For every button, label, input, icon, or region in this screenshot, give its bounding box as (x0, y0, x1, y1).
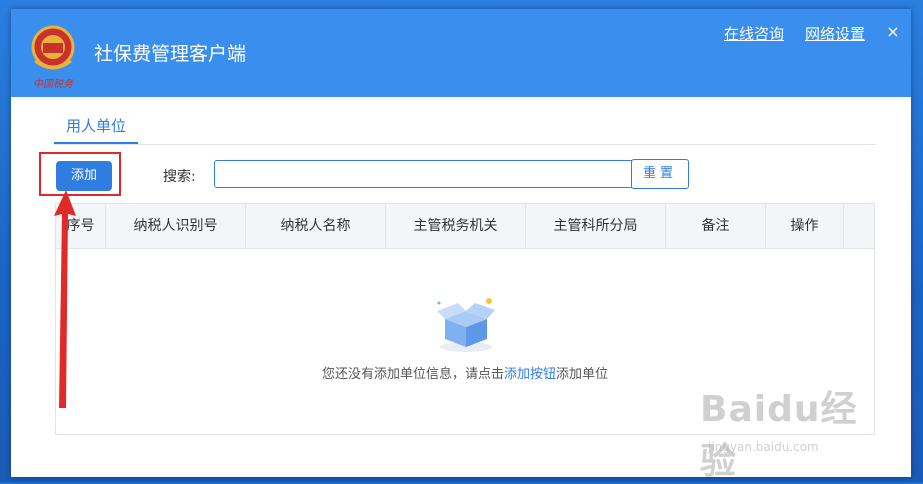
column-header-remarks[interactable]: 备注 (666, 204, 766, 248)
empty-add-link[interactable]: 添加按钮 (504, 367, 556, 382)
empty-state-message: 您还没有添加单位信息，请点击添加按钮添加单位 (56, 363, 874, 382)
employer-table: 序号 纳税人识别号 纳税人名称 主管税务机关 主管科所分局 备注 操作 您还没有… (55, 203, 875, 435)
column-header-taxpayer-name[interactable]: 纳税人名称 (246, 204, 386, 248)
column-header-tax-authority[interactable]: 主管税务机关 (386, 204, 526, 248)
tab-bar: 用人单位 (54, 114, 876, 145)
column-header-taxpayer-id[interactable]: 纳税人识别号 (106, 204, 246, 248)
column-header-index[interactable]: 序号 (56, 204, 106, 248)
app-window: 中国税务 社保费管理客户端 在线咨询 网络设置 × 用人单位 添加 搜索: 重置… (11, 9, 911, 477)
search-input[interactable] (214, 160, 636, 188)
reset-button[interactable]: 重置 (631, 159, 689, 189)
table-header: 序号 纳税人识别号 纳税人名称 主管税务机关 主管科所分局 备注 操作 (56, 204, 874, 249)
svg-text:中国税务: 中国税务 (33, 78, 74, 90)
column-header-actions[interactable]: 操作 (766, 204, 844, 248)
tab-employer[interactable]: 用人单位 (54, 114, 139, 144)
tax-emblem-icon: 中国税务 (31, 25, 75, 90)
app-title: 社保费管理客户端 (94, 43, 247, 65)
empty-text-before: 您还没有添加单位信息，请点击 (321, 367, 504, 382)
add-button[interactable]: 添加 (56, 161, 112, 191)
empty-box-icon (437, 298, 495, 352)
title-bar: 中国税务 社保费管理客户端 在线咨询 网络设置 × (11, 9, 911, 97)
online-consult-link[interactable]: 在线咨询 (724, 23, 784, 44)
empty-text-after: 添加单位 (556, 367, 609, 382)
network-settings-link[interactable]: 网络设置 (805, 23, 865, 44)
search-label: 搜索: (163, 169, 196, 185)
column-header-tax-branch[interactable]: 主管科所分局 (526, 204, 666, 248)
close-icon[interactable]: × (884, 23, 902, 41)
